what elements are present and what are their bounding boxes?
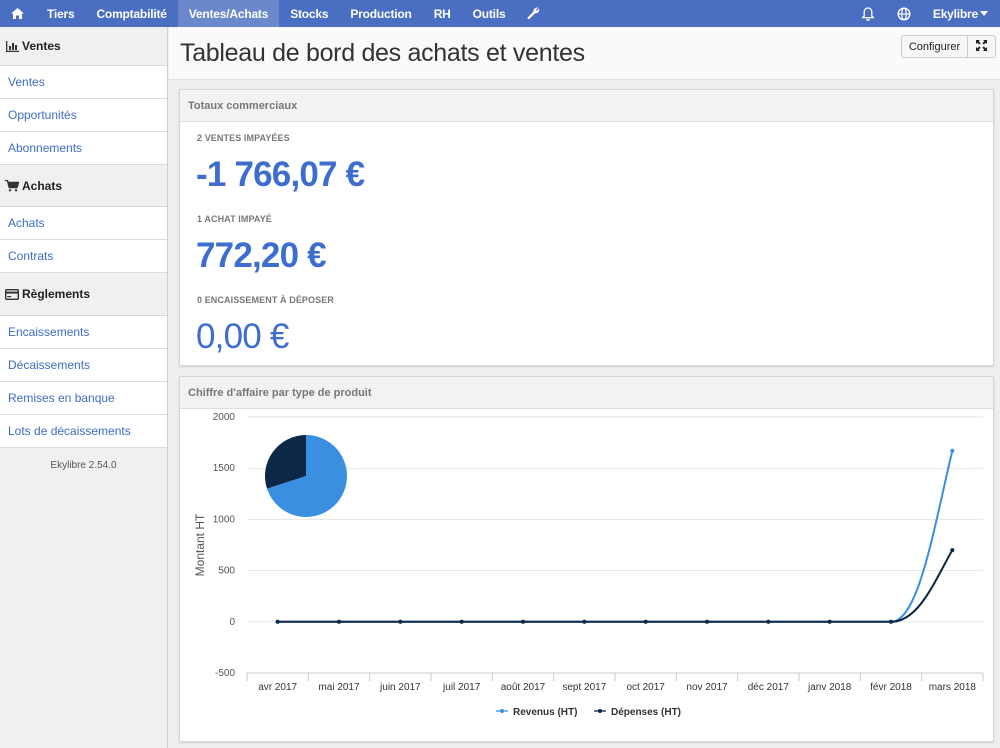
expand-icon (976, 38, 987, 56)
x-tick-label: mai 2017 (318, 682, 360, 693)
bar-chart-icon (5, 40, 19, 52)
sidebar-item-decaissements[interactable]: Décaissements (0, 349, 167, 382)
unpaid-purchase-label: 1 ACHAT IMPAYÉ (197, 214, 272, 224)
app-version: Ekylibre 2.54.0 (50, 460, 117, 471)
data-point (705, 619, 709, 624)
y-tick-label: 2000 (213, 412, 236, 423)
y-tick-label: 1000 (213, 514, 236, 525)
x-tick-label: mars 2018 (929, 682, 977, 693)
deposit-pending-label: 0 ENCAISSEMENT À DÉPOSER (197, 295, 334, 305)
user-name: Ekylibre (932, 6, 978, 21)
page-header: Tableau de bord des achats et ventes Con… (169, 27, 1000, 80)
wrench-icon (527, 7, 540, 20)
data-point (337, 619, 341, 624)
x-tick-label: janv 2018 (807, 682, 852, 693)
legend-label: Dépenses (HT) (611, 707, 681, 718)
unpaid-purchase-amount: 772,20 € (196, 236, 327, 275)
x-tick-label: déc 2017 (748, 682, 790, 693)
chart-title: Chiffre d'affaire par type de produit (180, 377, 993, 409)
credit-card-icon (5, 288, 19, 300)
nav-tiers[interactable]: Tiers (36, 0, 85, 27)
globe-icon (897, 6, 911, 21)
x-tick-label: avr 2017 (258, 682, 297, 693)
data-point (643, 619, 648, 624)
data-point (889, 619, 893, 624)
nav-outils[interactable]: Outils (462, 0, 517, 27)
legend-label: Revenus (HT) (513, 707, 577, 718)
sidebar-item-ventes[interactable]: Ventes (0, 66, 167, 99)
totals-panel: Totaux commerciaux 2 VENTES IMPAYÉES -1 … (179, 89, 994, 366)
cart-icon (5, 179, 19, 192)
data-point (950, 548, 955, 553)
home-button[interactable] (0, 0, 36, 27)
configure-button[interactable]: Configurer (901, 35, 968, 58)
sidebar-section-ventes: Ventes (0, 27, 167, 66)
deposit-pending-amount: 0,00 € (196, 317, 289, 356)
y-axis-label: Montant HT (193, 513, 207, 576)
nav-comptabilite[interactable]: Comptabilité (85, 0, 177, 27)
notifications-button[interactable] (850, 0, 886, 27)
data-point (827, 619, 832, 624)
data-point (398, 619, 403, 624)
revenue-chart: 2000 1500 1000 500 0 -500 avr 2017 mai 2017 juin… (193, 412, 984, 718)
totals-panel-title: Totaux commerciaux (180, 90, 993, 122)
unpaid-sales-label: 2 VENTES IMPAYÉES (197, 133, 290, 143)
series-line-revenus (277, 450, 954, 623)
x-tick-label: nov 2017 (686, 682, 728, 693)
data-point (950, 448, 955, 453)
x-tick-label: juin 2017 (379, 682, 421, 693)
sidebar: Ventes Ventes Opportunités Abonnements A… (0, 27, 168, 748)
home-icon (11, 8, 24, 19)
sidebar-item-abonnements[interactable]: Abonnements (0, 132, 167, 165)
sidebar-item-contrats[interactable]: Contrats (0, 240, 167, 273)
revenue-chart-panel: Chiffre d'affaire par type de produit 20… (179, 376, 994, 742)
y-tick-label: -500 (215, 668, 235, 679)
nav-rh[interactable]: RH (423, 0, 462, 27)
nav-ventes-achats[interactable]: Ventes/Achats (177, 0, 280, 27)
legend-marker-dot (500, 709, 504, 713)
sidebar-section-title: Règlements (22, 287, 91, 301)
sidebar-section-achats: Achats (0, 165, 167, 207)
data-point (521, 619, 525, 624)
fullscreen-button[interactable] (967, 35, 996, 58)
x-tick-label: sept 2017 (562, 682, 606, 693)
sidebar-item-lots-de-decaissements[interactable]: Lots de décaissements (0, 415, 167, 448)
data-point (766, 619, 771, 624)
sidebar-section-reglements: Règlements (0, 273, 167, 316)
legend-marker-dot (598, 709, 602, 713)
y-tick-label: 1500 (213, 463, 236, 474)
data-point (582, 619, 587, 624)
unpaid-sales-amount: -1 766,07 € (196, 155, 365, 194)
page-title: Tableau de bord des achats et ventes (180, 39, 585, 67)
sidebar-section-title: Achats (22, 178, 63, 193)
navbar-spacer (551, 0, 849, 27)
settings-wrench-button[interactable] (516, 0, 551, 27)
data-point (459, 619, 464, 624)
caret-down-icon (980, 11, 988, 16)
sidebar-item-opportunites[interactable]: Opportunités (0, 99, 167, 132)
user-menu[interactable]: Ekylibre (922, 0, 1000, 27)
sidebar-item-remises-en-banque[interactable]: Remises en banque (0, 382, 167, 415)
x-tick-label: août 2017 (501, 682, 546, 693)
main-content: Tableau de bord des achats et ventes Con… (169, 27, 1000, 748)
nav-production[interactable]: Production (339, 0, 422, 27)
data-point (275, 619, 280, 624)
top-navbar: Tiers Comptabilité Ventes/Achats Stocks … (0, 0, 1000, 27)
bell-icon (861, 6, 875, 21)
x-tick-label: oct 2017 (626, 682, 665, 693)
y-tick-label: 0 (229, 617, 235, 628)
sidebar-item-achats[interactable]: Achats (0, 207, 167, 240)
x-tick-label: févr 2018 (870, 682, 912, 693)
y-tick-label: 500 (218, 566, 235, 577)
language-button[interactable] (886, 0, 922, 27)
nav-stocks[interactable]: Stocks (279, 0, 339, 27)
series-line-depenses (277, 549, 954, 623)
sidebar-section-title: Ventes (22, 39, 61, 53)
sidebar-item-encaissements[interactable]: Encaissements (0, 316, 167, 349)
x-tick-label: juil 2017 (442, 682, 481, 693)
